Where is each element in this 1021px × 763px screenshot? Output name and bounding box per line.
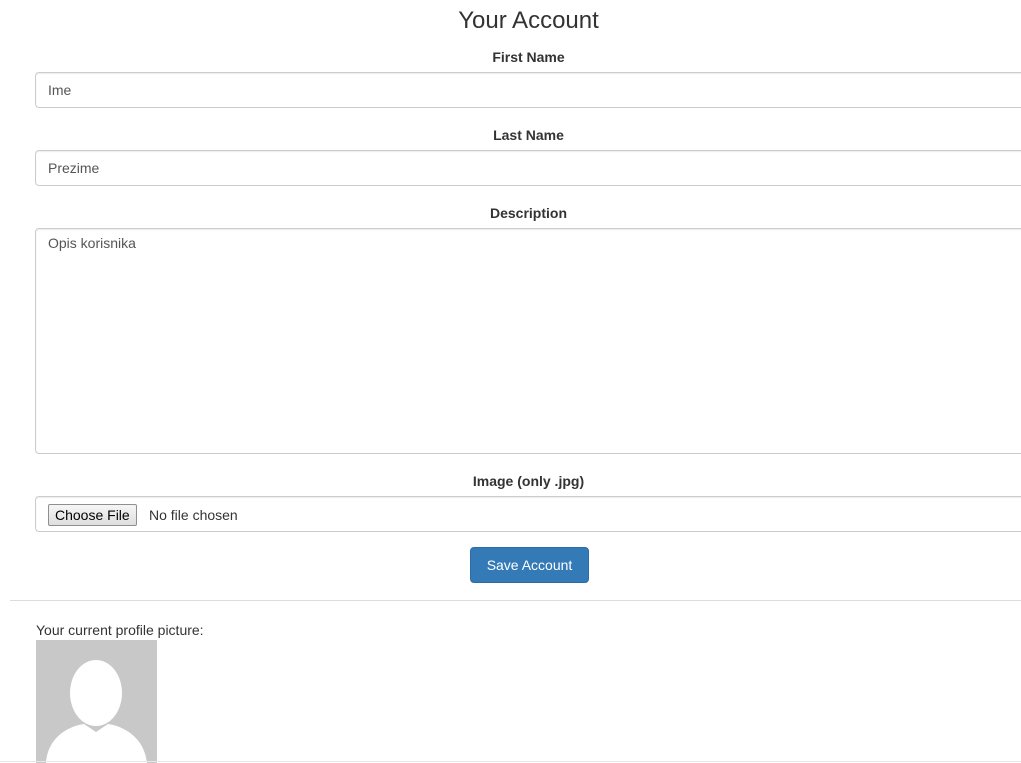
account-page: Your Account First Name Last Name Descri… — [0, 0, 1021, 763]
description-label: Description — [489, 205, 567, 221]
first-name-input[interactable] — [35, 72, 1021, 108]
file-status-text: No file chosen — [149, 507, 238, 523]
default-user-silhouette-icon — [36, 640, 157, 763]
avatar — [36, 640, 157, 763]
choose-file-button[interactable]: Choose File — [48, 504, 137, 526]
profile-picture-caption: Your current profile picture: — [36, 622, 204, 638]
first-name-label: First Name — [492, 49, 565, 65]
last-name-input[interactable] — [35, 150, 1021, 186]
last-name-label: Last Name — [493, 127, 564, 143]
section-divider — [10, 600, 1021, 601]
image-label: Image (only .jpg) — [472, 473, 585, 489]
page-bottom-edge — [0, 761, 1021, 762]
description-textarea[interactable]: Opis korisnika — [35, 228, 1021, 454]
save-account-button[interactable]: Save Account — [470, 547, 589, 583]
page-title: Your Account — [458, 7, 599, 34]
image-file-input[interactable]: Choose File No file chosen — [35, 496, 1021, 532]
